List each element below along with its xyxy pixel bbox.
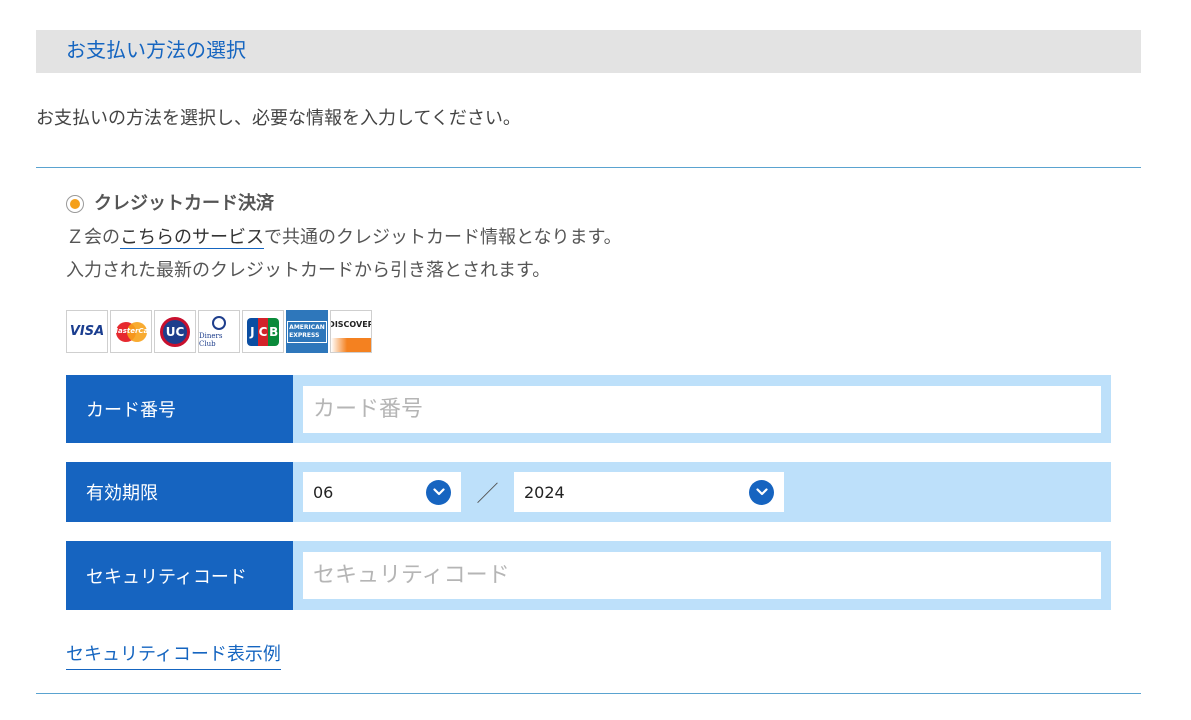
expiry-separator: ／: [476, 482, 499, 507]
expiry-row: 有効期限 06 ／ 2024: [66, 462, 1111, 522]
jcb-logo: JCB: [242, 310, 284, 353]
security-code-field-wrap: [293, 541, 1111, 610]
security-code-input[interactable]: [303, 552, 1101, 599]
credit-description-line2: 入力された最新のクレジットカードから引き落とされます。: [66, 260, 551, 281]
intro-text: お支払いの方法を選択し、必要な情報を入力してください。: [36, 108, 521, 129]
amex-logo: AMERICAN EXPRESS: [286, 310, 328, 353]
desc-suffix: で共通のクレジットカード情報となります。: [264, 227, 622, 248]
discover-logo: DISCOVER: [330, 310, 372, 353]
expiry-field-wrap: 06 ／ 2024: [293, 462, 1111, 522]
card-number-input[interactable]: [303, 385, 1101, 433]
credit-card-option-label[interactable]: クレジットカード決済: [94, 189, 274, 219]
section-header: お支払い方法の選択: [36, 30, 1141, 73]
expiry-year-value: 2024: [524, 482, 565, 502]
credit-description-line1: Ｚ会のこちらのサービスで共通のクレジットカード情報となります。: [66, 223, 622, 253]
expiry-year-select[interactable]: 2024: [514, 472, 784, 512]
card-brand-logos: VISA MasterCard UC Diners Club JCB AMERI…: [66, 310, 374, 353]
card-number-label: カード番号: [66, 375, 293, 443]
divider-bottom: [36, 693, 1141, 694]
visa-logo: VISA: [66, 310, 108, 353]
section-title: お支払い方法の選択: [66, 38, 246, 62]
security-code-label: セキュリティコード: [66, 541, 293, 610]
desc-prefix: Ｚ会の: [66, 227, 120, 248]
radio-selected-icon[interactable]: [66, 195, 84, 213]
chevron-down-icon[interactable]: [749, 479, 774, 505]
card-number-field-wrap: [293, 375, 1111, 443]
chevron-down-icon[interactable]: [426, 479, 451, 505]
uc-logo: UC: [154, 310, 196, 353]
services-link[interactable]: こちらのサービス: [120, 227, 264, 249]
expiry-label: 有効期限: [66, 462, 293, 522]
security-code-row: セキュリティコード: [66, 541, 1111, 610]
card-number-row: カード番号: [66, 375, 1111, 443]
divider-top: [36, 167, 1141, 168]
credit-card-option[interactable]: クレジットカード決済: [66, 189, 274, 219]
expiry-month-value: 06: [313, 482, 334, 502]
diners-club-logo: Diners Club: [198, 310, 240, 353]
security-code-example-link[interactable]: セキュリティコード表示例: [66, 641, 281, 670]
expiry-month-select[interactable]: 06: [303, 472, 461, 512]
mastercard-logo: MasterCard: [110, 310, 152, 353]
